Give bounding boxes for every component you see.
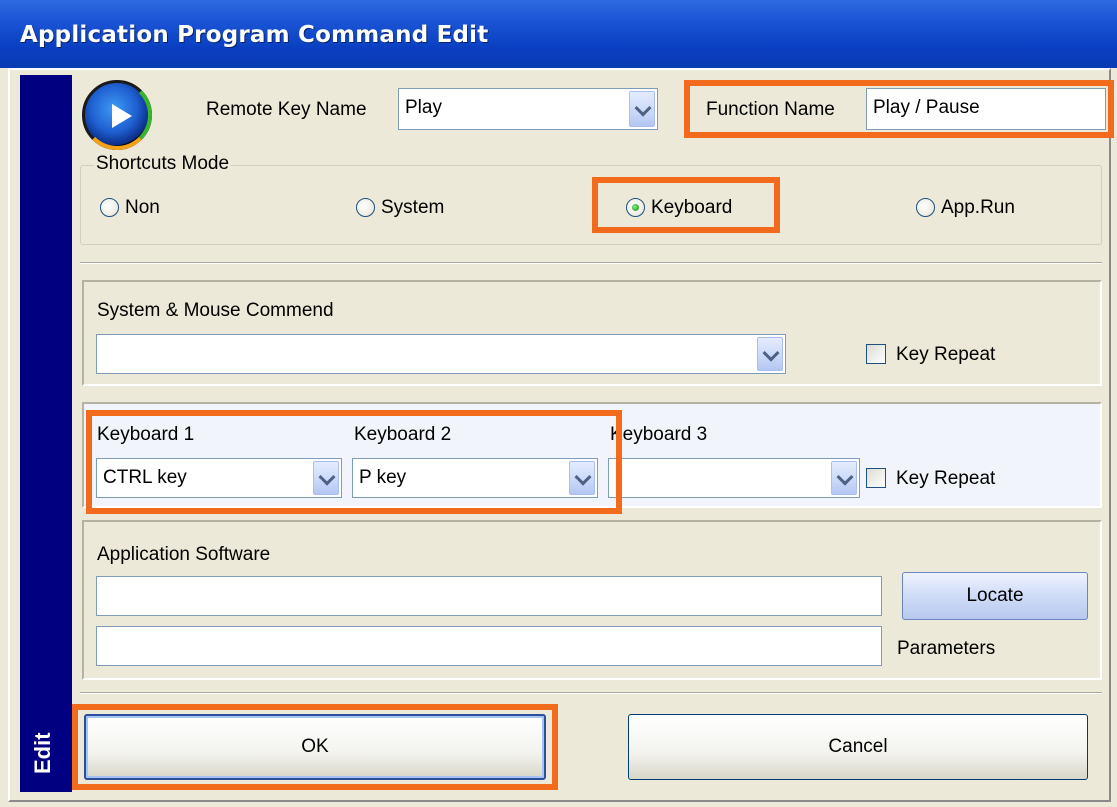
cancel-button-label: Cancel (828, 736, 888, 757)
locate-button-label: Locate (966, 585, 1024, 606)
keyboard-key-repeat-checkbox[interactable] (866, 468, 886, 488)
function-name-highlight (684, 80, 1114, 138)
application-path-field[interactable] (96, 576, 882, 616)
side-label: Edit (30, 732, 55, 774)
radio-system-label: System (381, 197, 445, 218)
cancel-button[interactable]: Cancel (628, 714, 1088, 780)
radio-non-label: Non (125, 197, 160, 218)
media-player-icon (82, 80, 152, 150)
chevron-down-icon[interactable] (757, 337, 783, 371)
keyboard3-combobox[interactable] (608, 458, 860, 498)
locate-button[interactable]: Locate (902, 572, 1088, 620)
dialog-window: Application Program Command Edit Edit Re… (0, 0, 1117, 807)
radio-app-run[interactable] (916, 198, 935, 217)
title-bar[interactable]: Application Program Command Edit (0, 0, 1117, 68)
window-title: Application Program Command Edit (20, 22, 489, 48)
keyboard3-label: Keyboard 3 (610, 424, 708, 445)
system-mouse-combobox[interactable] (96, 334, 786, 374)
separator (80, 262, 1102, 264)
ok-button-highlight (72, 704, 558, 790)
keyboard-fields-highlight (86, 410, 622, 514)
remote-key-combobox[interactable]: Play (398, 88, 658, 130)
chevron-down-icon[interactable] (629, 91, 655, 127)
parameters-label: Parameters (897, 638, 996, 659)
radio-app-run-label: App.Run (941, 197, 1015, 218)
application-software-label: Application Software (97, 544, 271, 565)
radio-system[interactable] (356, 198, 375, 217)
shortcuts-mode-label: Shortcuts Mode (94, 153, 232, 175)
system-key-repeat-checkbox[interactable] (866, 344, 886, 364)
radio-non[interactable] (100, 198, 119, 217)
side-strip: Edit (20, 75, 72, 792)
system-key-repeat-label: Key Repeat (896, 344, 996, 365)
keyboard-key-repeat-label: Key Repeat (896, 468, 996, 489)
parameters-field[interactable] (96, 626, 882, 666)
remote-key-label: Remote Key Name (206, 99, 367, 120)
keyboard-radio-highlight (592, 177, 780, 233)
separator (80, 692, 1102, 694)
chevron-down-icon[interactable] (831, 461, 857, 495)
system-mouse-label: System & Mouse Commend (97, 300, 334, 321)
remote-key-value: Play (405, 97, 442, 118)
